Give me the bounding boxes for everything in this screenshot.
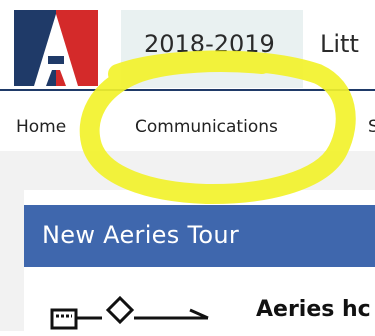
- tour-card-title: New Aeries Tour: [42, 221, 240, 249]
- tour-card-text: Aeries hc: [256, 297, 371, 322]
- map-route-icon: [50, 296, 209, 330]
- school-year-label: 2018-2019: [144, 30, 275, 58]
- school-name-label[interactable]: Litt: [320, 30, 359, 58]
- aeries-logo[interactable]: [14, 10, 98, 86]
- nav-item-next[interactable]: S: [368, 117, 375, 137]
- nav-item-communications[interactable]: Communications: [135, 117, 278, 137]
- nav-item-home[interactable]: Home: [16, 117, 66, 137]
